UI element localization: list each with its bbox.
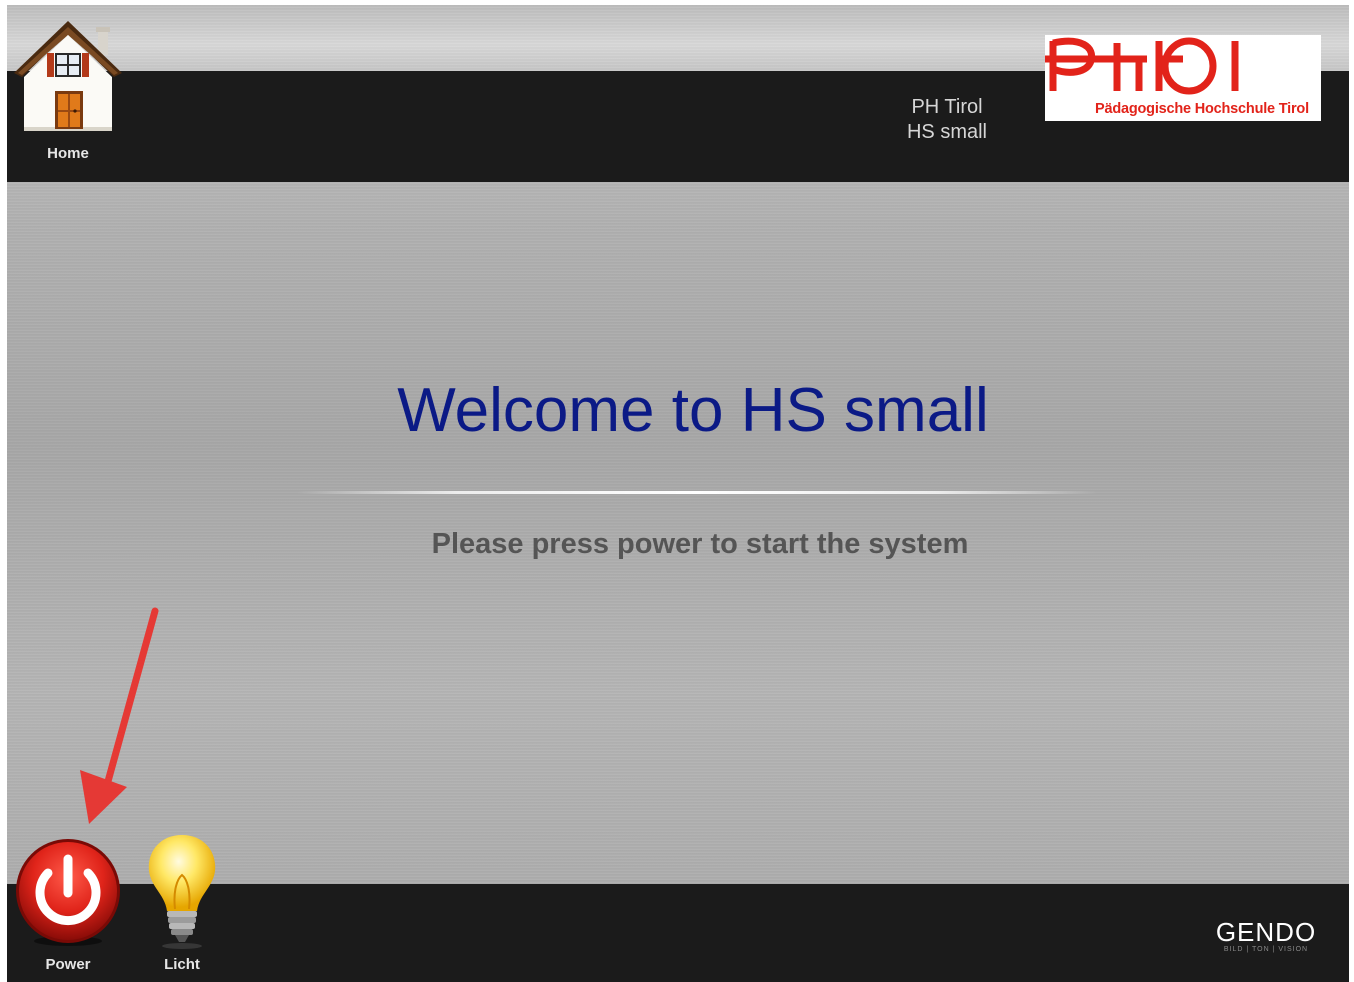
room-building: PH Tirol <box>911 96 983 118</box>
red-arrow-annotation <box>80 607 159 824</box>
divider <box>297 491 1097 494</box>
instruction-text: Please press power to start the system <box>431 528 969 560</box>
ph-tirol-logo-mark <box>1045 37 1239 95</box>
power-label: Power <box>45 956 91 973</box>
room-info: PH Tirol HS small <box>877 95 1017 145</box>
power-icon <box>16 839 120 946</box>
logo-subtitle: Pädagogische Hochschule Tirol <box>1095 101 1309 117</box>
gendo-tagline: BILD | TON | VISION <box>1223 946 1309 953</box>
welcome-title: Welcome to HS small <box>397 376 989 445</box>
licht-button[interactable]: Licht <box>137 831 227 977</box>
gendo-brand: GENDO <box>1215 917 1317 947</box>
licht-label: Licht <box>164 956 200 973</box>
touch-panel-screen: Home PH Tirol HS small Pädagogische Hoch… <box>7 5 1349 982</box>
home-icon <box>14 21 122 131</box>
power-button[interactable]: Power <box>15 837 121 977</box>
gendo-logo: GENDO BILD | TON | VISION <box>1203 917 1329 957</box>
ph-tirol-logo: Pädagogische Hochschule Tirol <box>1045 35 1321 121</box>
home-label: Home <box>47 145 89 162</box>
home-button[interactable]: Home <box>12 19 124 169</box>
light-bulb-icon <box>148 835 216 949</box>
room-name: HS small <box>906 121 987 143</box>
